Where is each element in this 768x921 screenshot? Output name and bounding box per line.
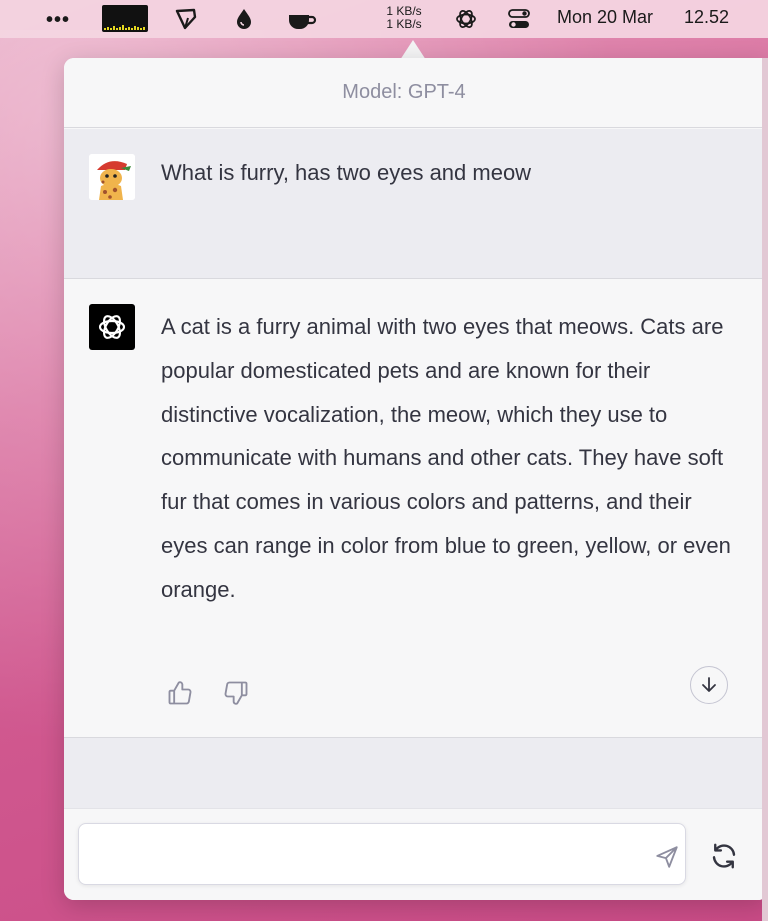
composer-area bbox=[64, 808, 768, 900]
user-avatar bbox=[89, 154, 135, 200]
message-input[interactable] bbox=[93, 836, 637, 874]
assistant-message: A cat is a furry animal with two eyes th… bbox=[64, 279, 768, 738]
menubar-time[interactable]: 12.52 bbox=[684, 7, 729, 28]
giraffe-avatar-icon bbox=[89, 154, 135, 200]
coffee-cup-icon[interactable] bbox=[286, 7, 318, 31]
user-message: What is furry, has two eyes and meow bbox=[64, 129, 768, 308]
arrow-down-icon bbox=[702, 677, 716, 692]
scroll-to-bottom-button[interactable] bbox=[690, 666, 728, 704]
assistant-avatar bbox=[89, 304, 135, 350]
control-center-icon[interactable] bbox=[507, 7, 531, 31]
refresh-icon[interactable] bbox=[709, 841, 739, 871]
chat-popover: Model: GPT-4 What is furry, has two eyes… bbox=[64, 58, 768, 900]
model-label: Model: GPT-4 bbox=[342, 81, 466, 103]
activity-meter-icon[interactable] bbox=[102, 5, 148, 32]
pen-tool-icon[interactable] bbox=[174, 7, 198, 31]
user-message-text: What is furry, has two eyes and meow bbox=[161, 160, 532, 185]
desktop-edge bbox=[762, 58, 768, 921]
thumbs-up-icon[interactable] bbox=[166, 679, 194, 707]
network-speed[interactable]: 1 KB/s 1 KB/s bbox=[380, 5, 428, 31]
popover-pointer bbox=[400, 40, 426, 60]
menubar-date[interactable]: Mon 20 Mar bbox=[557, 7, 653, 28]
thumbs-down-icon[interactable] bbox=[222, 679, 250, 707]
openai-logo-icon bbox=[98, 315, 126, 339]
send-icon[interactable] bbox=[654, 844, 680, 870]
menu-bar: ••• 1 KB/s 1 KB/s Mon 20 Mar 12.52 bbox=[0, 0, 768, 38]
download-speed: 1 KB/s bbox=[386, 17, 422, 31]
overflow-icon[interactable]: ••• bbox=[46, 9, 70, 32]
conversation-spacer bbox=[64, 738, 768, 810]
openai-icon[interactable] bbox=[454, 7, 478, 31]
model-header: Model: GPT-4 bbox=[64, 58, 768, 128]
message-input-box[interactable] bbox=[78, 823, 686, 885]
assistant-message-text: A cat is a furry animal with two eyes th… bbox=[161, 314, 731, 602]
droplet-icon[interactable] bbox=[232, 7, 256, 31]
